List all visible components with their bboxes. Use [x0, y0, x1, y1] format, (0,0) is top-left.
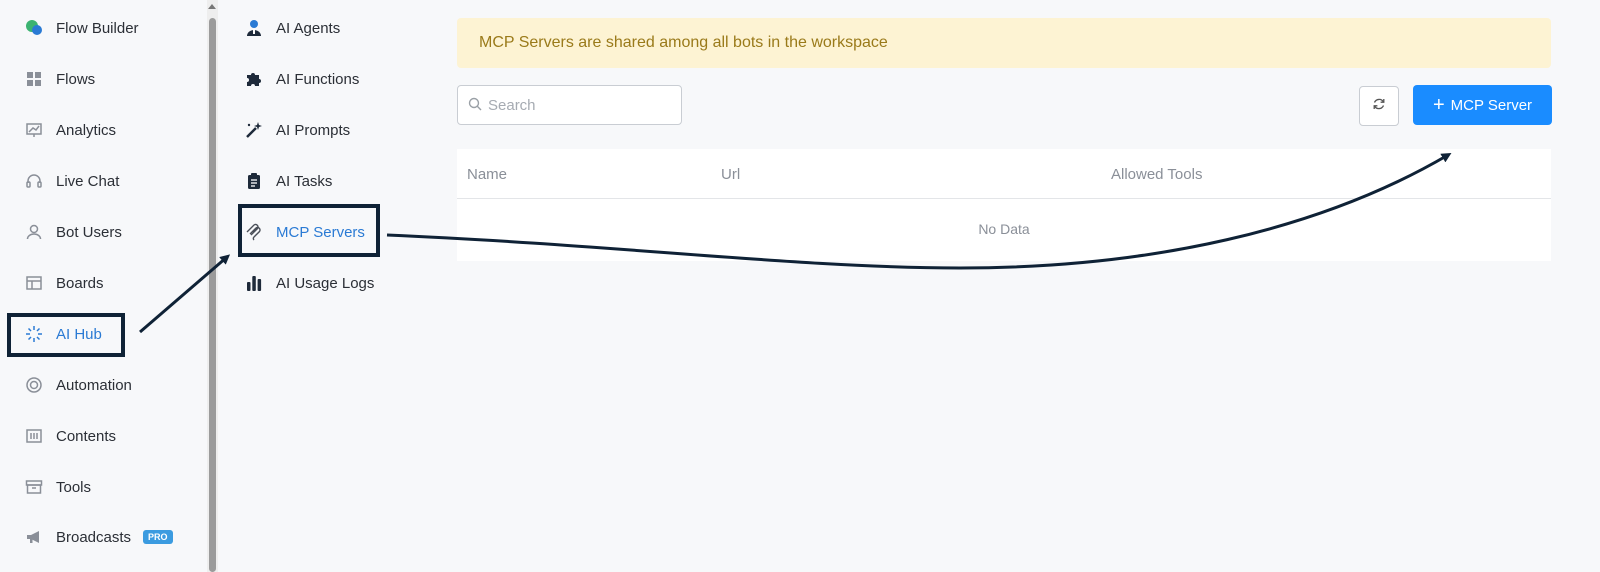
sidebar-item-broadcasts[interactable]: Broadcasts PRO [0, 517, 200, 557]
mcp-servers-table: Name Url Allowed Tools No Data [457, 149, 1551, 261]
sidebar-item-label: Flow Builder [56, 19, 139, 37]
refresh-button[interactable] [1359, 86, 1399, 126]
board-icon [24, 273, 44, 293]
empty-state-text: No Data [978, 221, 1030, 237]
column-header-allowed-tools: Allowed Tools [1111, 166, 1203, 183]
add-button-label: MCP Server [1450, 96, 1533, 114]
subnav-item-ai-functions[interactable]: AI Functions [244, 59, 359, 99]
subnav-item-label: AI Prompts [276, 121, 351, 139]
sidebar-item-label: Analytics [56, 121, 117, 139]
sidebar-item-analytics[interactable]: Analytics [0, 110, 200, 150]
subnav-item-label: AI Agents [276, 19, 341, 37]
bar-chart-icon [244, 273, 264, 293]
column-header-url: Url [721, 166, 741, 183]
highlight-box-mcp-servers [238, 204, 380, 257]
subnav-item-ai-tasks[interactable]: AI Tasks [244, 161, 332, 201]
subnav-item-ai-agents[interactable]: AI Agents [244, 8, 340, 48]
subnav-item-label: AI Functions [276, 70, 360, 88]
user-icon [24, 222, 44, 242]
info-banner: MCP Servers are shared among all bots in… [457, 18, 1551, 68]
sidebar-item-automation[interactable]: Automation [0, 365, 200, 405]
subnav-item-ai-prompts[interactable]: AI Prompts [244, 110, 350, 150]
puzzle-icon [244, 69, 264, 89]
scroll-thumb[interactable] [209, 18, 216, 572]
megaphone-icon [24, 527, 44, 547]
table-header: Name Url Allowed Tools [457, 149, 1551, 199]
search-input[interactable] [488, 96, 668, 114]
sidebar-item-bot-users[interactable]: Bot Users [0, 212, 200, 252]
subnav-item-ai-usage-logs[interactable]: AI Usage Logs [244, 263, 374, 303]
column-header-name: Name [467, 166, 508, 183]
magic-wand-icon [244, 120, 264, 140]
chat-bubbles-icon [24, 18, 44, 38]
sidebar-item-live-chat[interactable]: Live Chat [0, 161, 200, 201]
plus-icon: + [1432, 94, 1445, 116]
highlight-box-ai-hub [7, 313, 125, 357]
grid-icon [24, 69, 44, 89]
agent-icon [244, 18, 264, 38]
sidebar-item-label: Automation [56, 376, 132, 394]
sidebar-item-boards[interactable]: Boards [0, 263, 200, 303]
chart-icon [24, 120, 44, 140]
sidebar-item-label: Bot Users [56, 223, 122, 241]
sidebar-item-contents[interactable]: Contents [0, 416, 200, 456]
subnav-item-label: AI Tasks [276, 172, 333, 190]
subnav-item-label: AI Usage Logs [276, 274, 375, 292]
lifebuoy-icon [24, 375, 44, 395]
add-mcp-server-button[interactable]: + MCP Server [1413, 85, 1552, 125]
contents-icon [24, 426, 44, 446]
sidebar-item-label: Live Chat [56, 172, 120, 190]
scroll-up-arrow-icon[interactable] [208, 4, 216, 9]
search-box[interactable] [457, 85, 682, 125]
pro-badge: PRO [143, 530, 173, 544]
sidebar-item-flow-builder[interactable]: Flow Builder [0, 8, 200, 48]
headset-icon [24, 171, 44, 191]
search-icon [468, 97, 484, 113]
clipboard-icon [244, 171, 264, 191]
main-sidebar: Flow Builder Flows Analytics Live Chat B… [0, 0, 206, 572]
sidebar-item-label: Boards [56, 274, 104, 292]
archive-icon [24, 477, 44, 497]
sidebar-scrollbar[interactable] [207, 0, 218, 572]
sidebar-item-tools[interactable]: Tools [0, 467, 200, 507]
ai-hub-subnav: AI Agents AI Functions AI Prompts AI Tas… [218, 0, 438, 572]
sidebar-item-flows[interactable]: Flows [0, 59, 200, 99]
sidebar-item-label: Broadcasts [56, 528, 132, 546]
sidebar-item-label: Contents [56, 427, 117, 445]
refresh-icon [1372, 97, 1386, 116]
sidebar-item-label: Tools [56, 478, 92, 496]
sidebar-item-label: Flows [56, 70, 96, 88]
